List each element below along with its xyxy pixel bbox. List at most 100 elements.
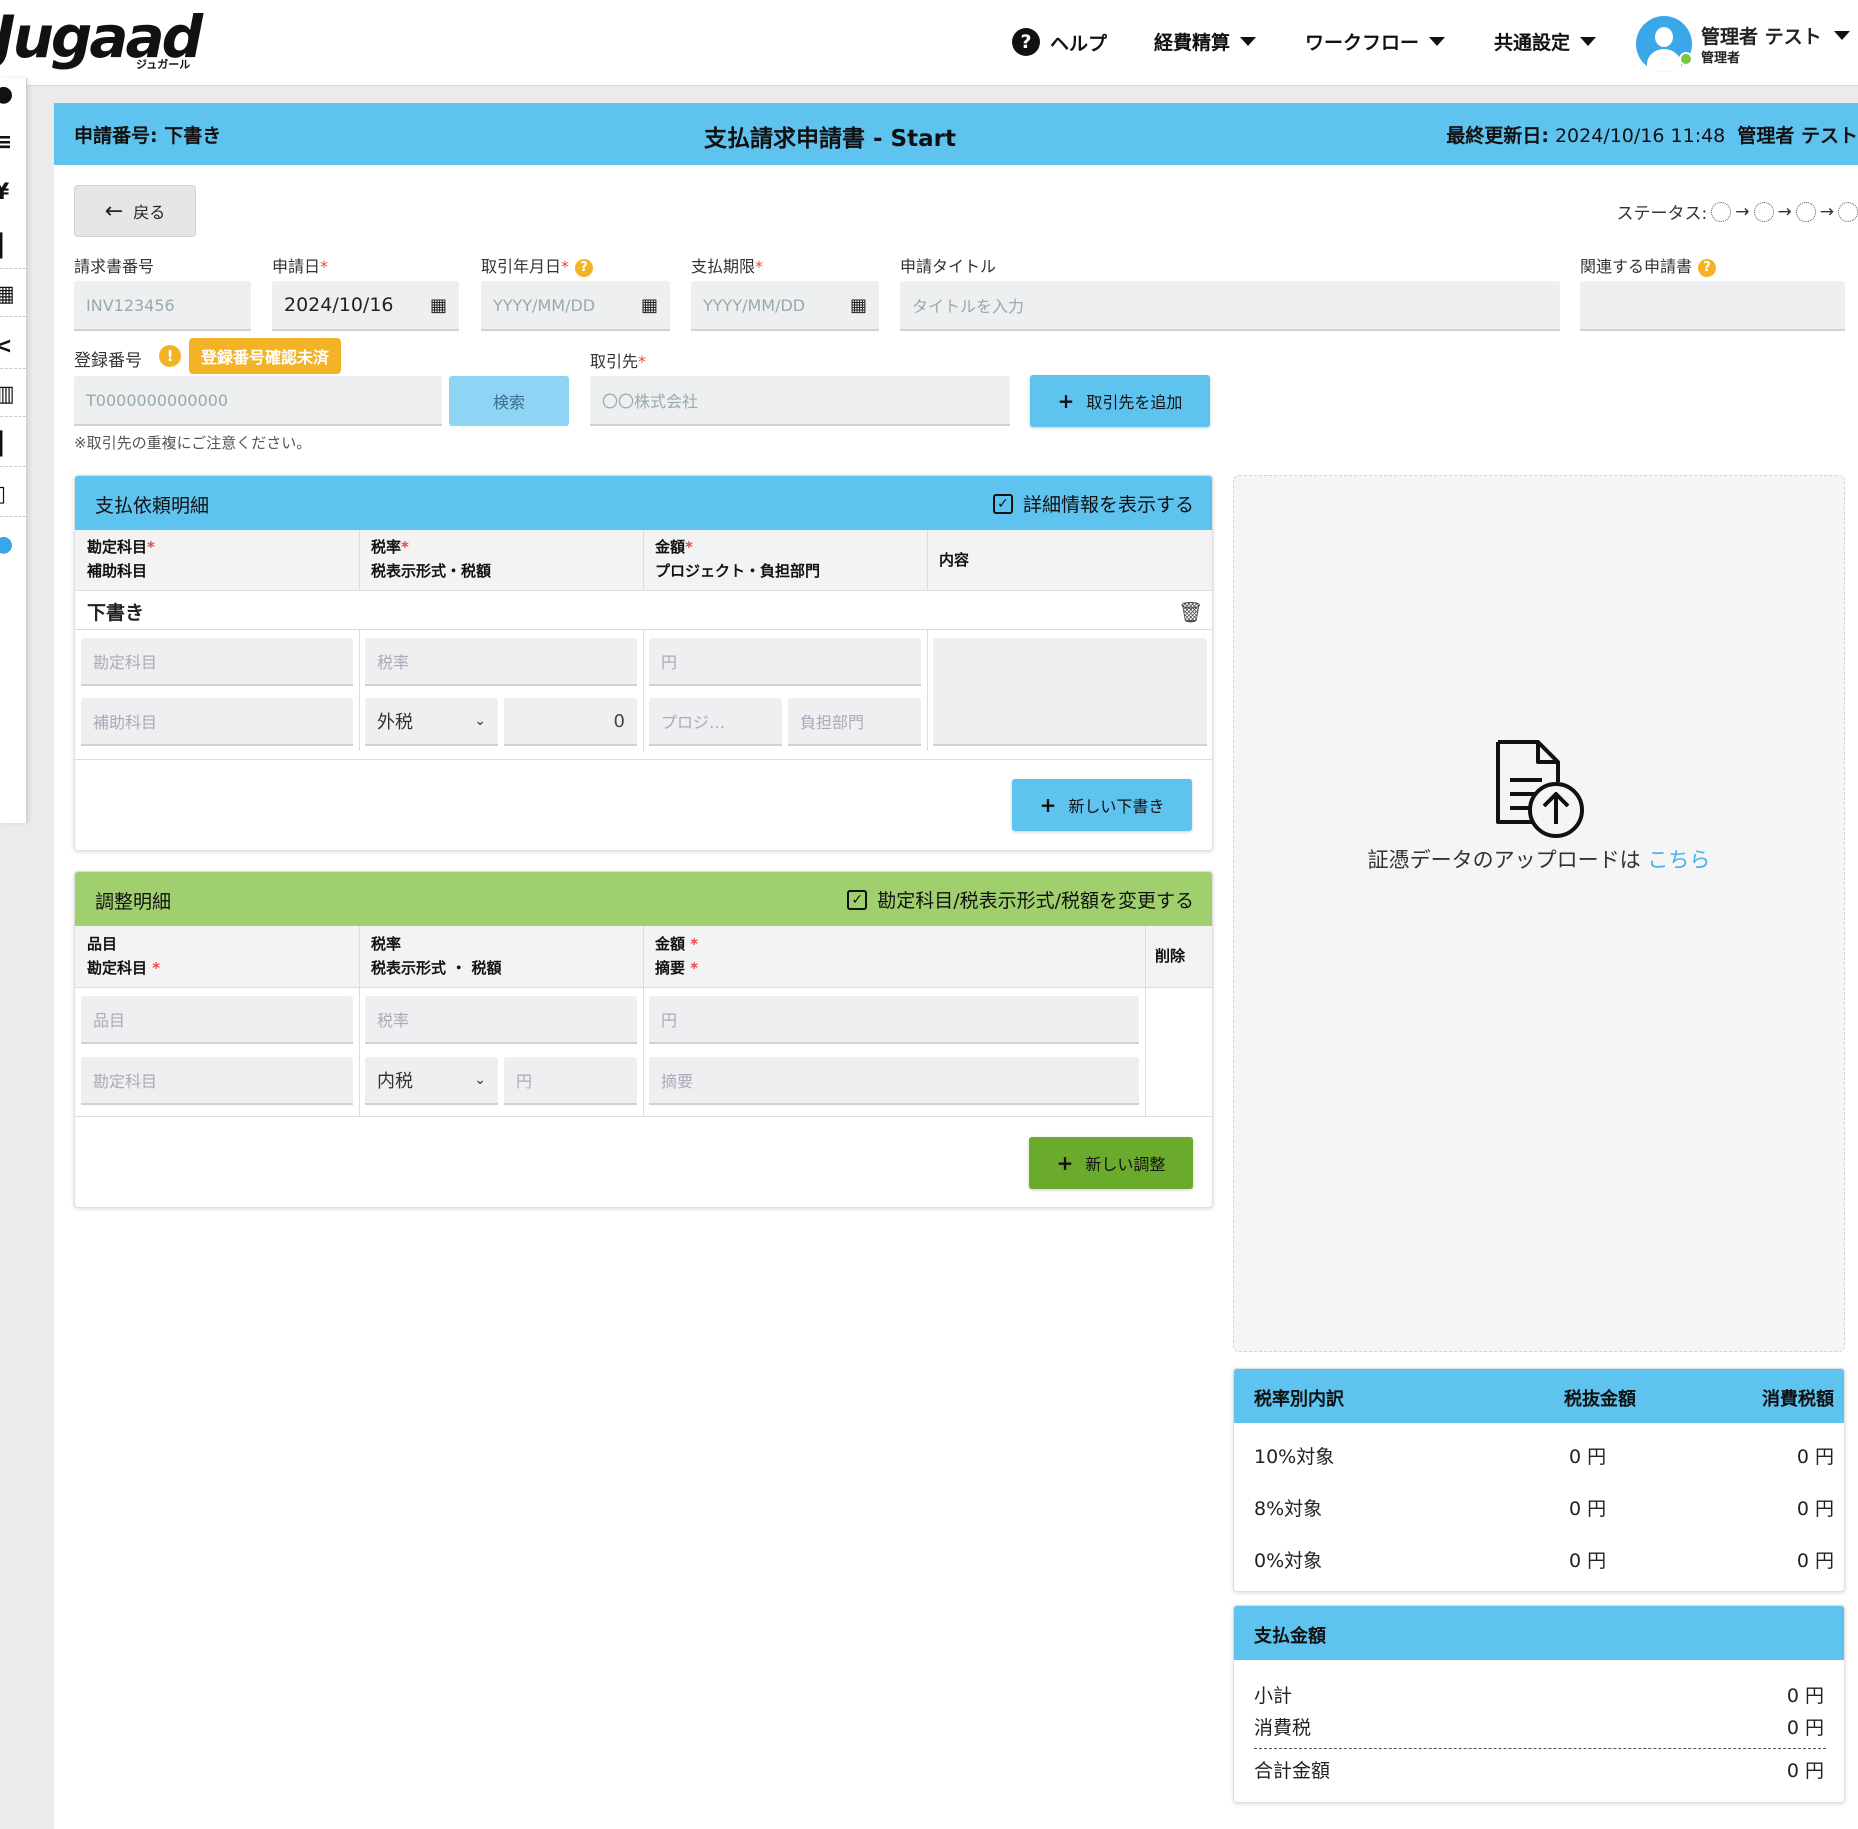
payment-detail-card: 支払依頼明細 ✓ 詳細情報を表示する 勘定科目* 補助科目 税率* 税表示形式・税額… (74, 475, 1213, 851)
file-icon[interactable]: ▯ (0, 484, 16, 506)
related-application-label: 関連する申請書? (1580, 253, 1717, 277)
amount-input[interactable]: 円 (649, 996, 1139, 1044)
yen-icon[interactable]: ¥ (0, 182, 16, 204)
nav-help[interactable]: ? ヘルプ (1012, 28, 1107, 56)
plus-icon: + (1056, 1151, 1074, 1175)
col-tax-header: 税率* 税表示形式・税額 (371, 538, 492, 580)
help-icon[interactable]: ? (575, 259, 594, 277)
department-input[interactable]: 負担部門 (788, 698, 921, 746)
nav-workflow-menu[interactable]: ワークフロー (1305, 28, 1446, 55)
back-button[interactable]: ← 戻る (74, 185, 196, 237)
col-account-header: 勘定科目* 補助科目 (87, 538, 155, 580)
application-title-input[interactable]: タイトルを入力 (900, 281, 1560, 331)
registration-warning-badge: 登録番号確認未済 (189, 338, 341, 374)
application-header: 申請番号: 下書き 支払請求申請書 - Start 最終更新日: 2024/10… (54, 103, 1858, 165)
tax-breakdown-header: 税率別内訳 税抜金額 消費税額 (1234, 1369, 1844, 1423)
col-content-header: 内容 (939, 551, 970, 569)
add-vendor-button[interactable]: + 取引先を追加 (1030, 375, 1210, 427)
user-menu[interactable]: 管理者 テスト (1701, 22, 1850, 49)
document-icon[interactable]: ▌ (0, 236, 16, 258)
due-date-input[interactable]: YYYY/MM/DD ▦ (691, 281, 879, 331)
account-input[interactable]: 勘定科目 (81, 1057, 353, 1105)
file-upload-icon (1496, 740, 1584, 838)
arrow-right-icon: → (1735, 201, 1750, 222)
back-button-label: 戻る (133, 203, 166, 222)
related-application-input[interactable] (1580, 281, 1845, 331)
profile-icon[interactable]: ● (0, 534, 16, 556)
account-input[interactable]: 勘定科目 (81, 638, 353, 686)
calendar-icon[interactable]: ▦ (850, 295, 867, 316)
nav-expense-menu[interactable]: 経費精算 (1154, 28, 1257, 55)
sub-account-input[interactable]: 補助科目 (81, 698, 353, 746)
checkbox-checked-icon: ✓ (992, 493, 1013, 514)
tax-amount-input[interactable]: 円 (504, 1057, 637, 1105)
draft-row-title: 下書き (87, 602, 145, 624)
status-label: ステータス: (1616, 204, 1708, 224)
payment-detail-title: 支払依頼明細 (95, 495, 210, 517)
item-input[interactable]: 品目 (81, 996, 353, 1044)
vendor-label: 取引先* (590, 352, 647, 371)
tax-mode-select[interactable]: 内税 ⌄ (365, 1057, 498, 1105)
status-step-icon (1711, 201, 1732, 222)
tax-mode-select[interactable]: 外税 ⌄ (365, 698, 498, 746)
plus-icon: + (1039, 793, 1057, 817)
due-date-label: 支払期限* (691, 257, 764, 276)
vendor-input[interactable]: 〇〇株式会社 (590, 376, 1010, 426)
arrow-right-icon: → (1819, 201, 1834, 222)
col-amount-header: 金額 * 摘要 * (655, 935, 699, 977)
nav-expense-label: 経費精算 (1154, 32, 1231, 54)
side-rail: ● ≡ ¥ ▌ ▦ < ▥ ▌ ▯ ● (0, 78, 27, 823)
caret-down-icon (1580, 37, 1597, 46)
invoice-number-label: 請求書番号 (74, 257, 155, 276)
help-icon[interactable]: ? (1698, 259, 1717, 277)
new-draft-button[interactable]: + 新しい下書き (1012, 779, 1192, 831)
col-item-header: 品目 勘定科目 * (87, 935, 161, 977)
show-detail-checkbox[interactable]: ✓ 詳細情報を表示する (992, 490, 1194, 517)
payment-detail-header: 支払依頼明細 ✓ 詳細情報を表示する (75, 476, 1212, 530)
status-step-icon (1795, 201, 1816, 222)
project-input[interactable]: プロジ… (649, 698, 782, 746)
apply-date-label: 申請日* (272, 257, 329, 276)
registration-number-label: 登録番号 (74, 351, 142, 371)
calendar-icon[interactable]: ▦ (641, 295, 658, 316)
amount-input[interactable]: 円 (649, 638, 921, 686)
arrow-right-icon: → (1777, 201, 1792, 222)
user-role: 管理者 (1701, 51, 1741, 66)
apply-date-input[interactable]: 2024/10/16 ▦ (272, 281, 459, 331)
col-amount-header: 金額* プロジェクト・負担部門 (655, 538, 821, 580)
report-icon[interactable]: ▌ (0, 434, 16, 456)
tax-rate-input[interactable]: 税率 (365, 996, 637, 1044)
tax-rate-input[interactable]: 税率 (365, 638, 637, 686)
vendor-duplicate-note: ※取引先の重複にご注意ください。 (74, 434, 312, 452)
payment-total-card: 支払金額 小計 0 円 消費税 0 円 合計金額 0 円 (1233, 1605, 1845, 1803)
trash-icon[interactable]: 🗑 (1178, 600, 1203, 624)
col-delete-header: 削除 (1155, 947, 1186, 965)
change-account-checkbox[interactable]: ✓ 勘定科目/税表示形式/税額を変更する (847, 886, 1194, 913)
list-icon[interactable]: ≡ (0, 132, 16, 154)
app-logo-subtitle: ジュガール (136, 58, 191, 71)
upload-dropzone[interactable]: 証憑データのアップロードは こちら (1233, 475, 1845, 1352)
plus-icon: + (1057, 389, 1075, 413)
upload-link[interactable]: こちら (1647, 848, 1710, 872)
adjustment-detail-title: 調整明細 (95, 891, 172, 913)
registration-number-input[interactable]: T0000000000000 (74, 376, 442, 426)
new-adjustment-button[interactable]: + 新しい調整 (1029, 1137, 1193, 1189)
table-icon[interactable]: ▥ (0, 384, 16, 406)
status-step-icon (1753, 201, 1774, 222)
content-input[interactable] (933, 638, 1207, 746)
user-icon[interactable]: ● (0, 84, 16, 106)
nav-settings-menu[interactable]: 共通設定 (1494, 28, 1597, 55)
invoice-number-input[interactable]: INV123456 (74, 281, 251, 331)
tax-amount-input[interactable]: 0 (504, 698, 637, 746)
trade-date-input[interactable]: YYYY/MM/DD ▦ (481, 281, 670, 331)
share-icon[interactable]: < (0, 336, 16, 358)
upload-text: 証憑データのアップロードは こちら (1367, 848, 1711, 872)
calendar-icon[interactable]: ▦ (430, 295, 447, 316)
application-title-label: 申請タイトル (900, 257, 997, 276)
adjustment-detail-card: 調整明細 ✓ 勘定科目/税表示形式/税額を変更する 品目 勘定科目 * 税率 税表示… (74, 871, 1213, 1208)
trade-date-label: 取引年月日*? (481, 253, 594, 277)
calendar-icon[interactable]: ▦ (0, 284, 16, 306)
search-button[interactable]: 検索 (449, 376, 569, 426)
col-tax-header: 税率 税表示形式 ・ 税額 (371, 935, 502, 977)
memo-input[interactable]: 摘要 (649, 1057, 1139, 1105)
